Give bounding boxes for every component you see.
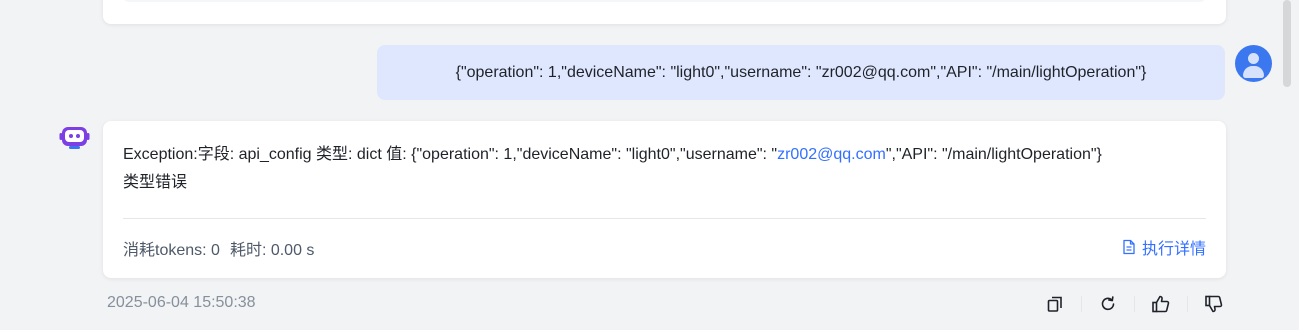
user-avatar xyxy=(1235,45,1272,82)
time-label: 耗时: 0.00 s xyxy=(229,242,315,259)
execution-details-link[interactable]: 执行详情 xyxy=(1122,235,1206,259)
copy-button[interactable] xyxy=(1038,290,1072,318)
dislike-button[interactable] xyxy=(1197,290,1231,318)
user-avatar-head xyxy=(1248,53,1259,64)
message-timestamp: 2025-06-04 15:50:38 xyxy=(107,294,256,311)
thumbs-down-icon xyxy=(1205,295,1223,313)
bot-text-after-link: ","API": "/main/lightOperation"} xyxy=(885,146,1102,163)
bot-message-text: Exception:字段: api_config 类型: dict 值: {"o… xyxy=(123,141,1208,197)
execution-details-label: 执行详情 xyxy=(1141,241,1206,258)
like-button[interactable] xyxy=(1144,290,1178,318)
copy-icon xyxy=(1047,296,1062,312)
chat-panel: {"operation": 1,"deviceName": "light0","… xyxy=(0,0,1299,330)
bot-message-card: Exception:字段: api_config 类型: dict 值: {"o… xyxy=(103,121,1226,278)
card-divider xyxy=(123,218,1206,219)
bot-avatar-icon xyxy=(59,126,90,150)
email-link[interactable]: zr002@qq.com xyxy=(777,146,886,163)
bot-message-line2: 类型错误 xyxy=(123,174,188,191)
bot-text-before-link: Exception:字段: api_config 类型: dict 值: {"o… xyxy=(123,146,778,163)
document-icon xyxy=(1123,239,1135,255)
regenerate-icon xyxy=(1101,296,1115,311)
usage-stats: 消耗tokens: 0 耗时: 0.00 s xyxy=(123,236,314,260)
message-actions xyxy=(1038,290,1231,318)
user-avatar-body xyxy=(1243,66,1264,78)
tokens-label: 消耗tokens: 0 xyxy=(123,242,220,259)
action-separator xyxy=(1187,296,1188,312)
bot-message-line1: Exception:字段: api_config 类型: dict 值: {"o… xyxy=(123,141,1208,169)
thumbs-up-icon xyxy=(1152,295,1170,313)
action-separator xyxy=(1081,296,1082,312)
user-message-bubble: {"operation": 1,"deviceName": "light0","… xyxy=(377,45,1225,100)
previous-message-inner xyxy=(123,0,1206,2)
action-separator xyxy=(1134,296,1135,312)
scrollbar-thumb[interactable] xyxy=(1283,0,1291,87)
previous-message-card xyxy=(103,0,1226,24)
user-message-text: {"operation": 1,"deviceName": "light0","… xyxy=(455,63,1147,81)
regenerate-button[interactable] xyxy=(1091,290,1125,318)
